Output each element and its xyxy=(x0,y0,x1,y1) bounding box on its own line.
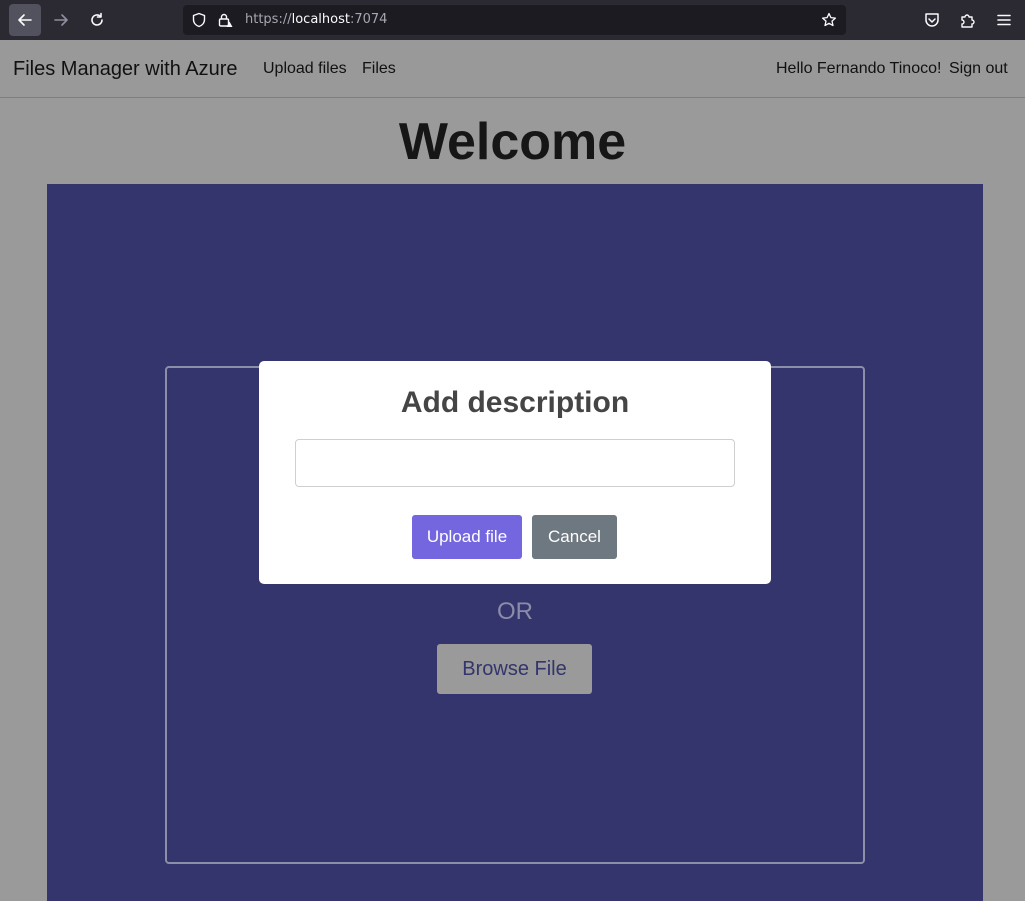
page-content: Files Manager with Azure Upload files Fi… xyxy=(0,40,1025,901)
hamburger-menu-icon[interactable] xyxy=(995,11,1013,29)
shield-icon xyxy=(192,12,206,28)
lock-warning-icon[interactable] xyxy=(217,12,233,28)
nav-link-upload-files[interactable]: Upload files xyxy=(263,60,347,78)
url-port: :7074 xyxy=(349,12,388,27)
browse-file-button[interactable]: Browse File xyxy=(437,644,592,694)
url-text: https://localhost:7074 xyxy=(245,12,387,27)
browser-toolbar: https://localhost:7074 xyxy=(0,0,1025,40)
arrow-right-icon xyxy=(54,14,68,26)
arrow-left-icon xyxy=(18,14,32,26)
reload-icon xyxy=(91,12,103,26)
url-host: localhost xyxy=(291,12,350,27)
user-greeting[interactable]: Hello Fernando Tinoco! xyxy=(776,60,941,78)
star-icon[interactable] xyxy=(821,12,837,28)
description-input[interactable] xyxy=(295,439,735,487)
url-scheme: https:// xyxy=(245,12,292,27)
forward-button[interactable] xyxy=(45,4,77,36)
add-description-modal: Add description Upload file Cancel xyxy=(259,361,771,584)
app-navbar: Files Manager with Azure Upload files Fi… xyxy=(0,40,1025,98)
or-separator: OR xyxy=(497,598,533,625)
url-bar[interactable]: https://localhost:7074 xyxy=(183,5,846,35)
page-title: Welcome xyxy=(398,113,627,171)
nav-link-files[interactable]: Files xyxy=(362,60,396,78)
upload-file-button[interactable]: Upload file xyxy=(412,515,522,559)
sign-out-link[interactable]: Sign out xyxy=(949,60,1008,78)
modal-title: Add description xyxy=(400,386,630,419)
brand-link[interactable]: Files Manager with Azure xyxy=(13,58,238,81)
reload-button[interactable] xyxy=(81,4,113,36)
puzzle-icon[interactable] xyxy=(959,11,977,29)
back-button[interactable] xyxy=(9,4,41,36)
cancel-button[interactable]: Cancel xyxy=(532,515,617,559)
pocket-icon[interactable] xyxy=(923,11,941,29)
